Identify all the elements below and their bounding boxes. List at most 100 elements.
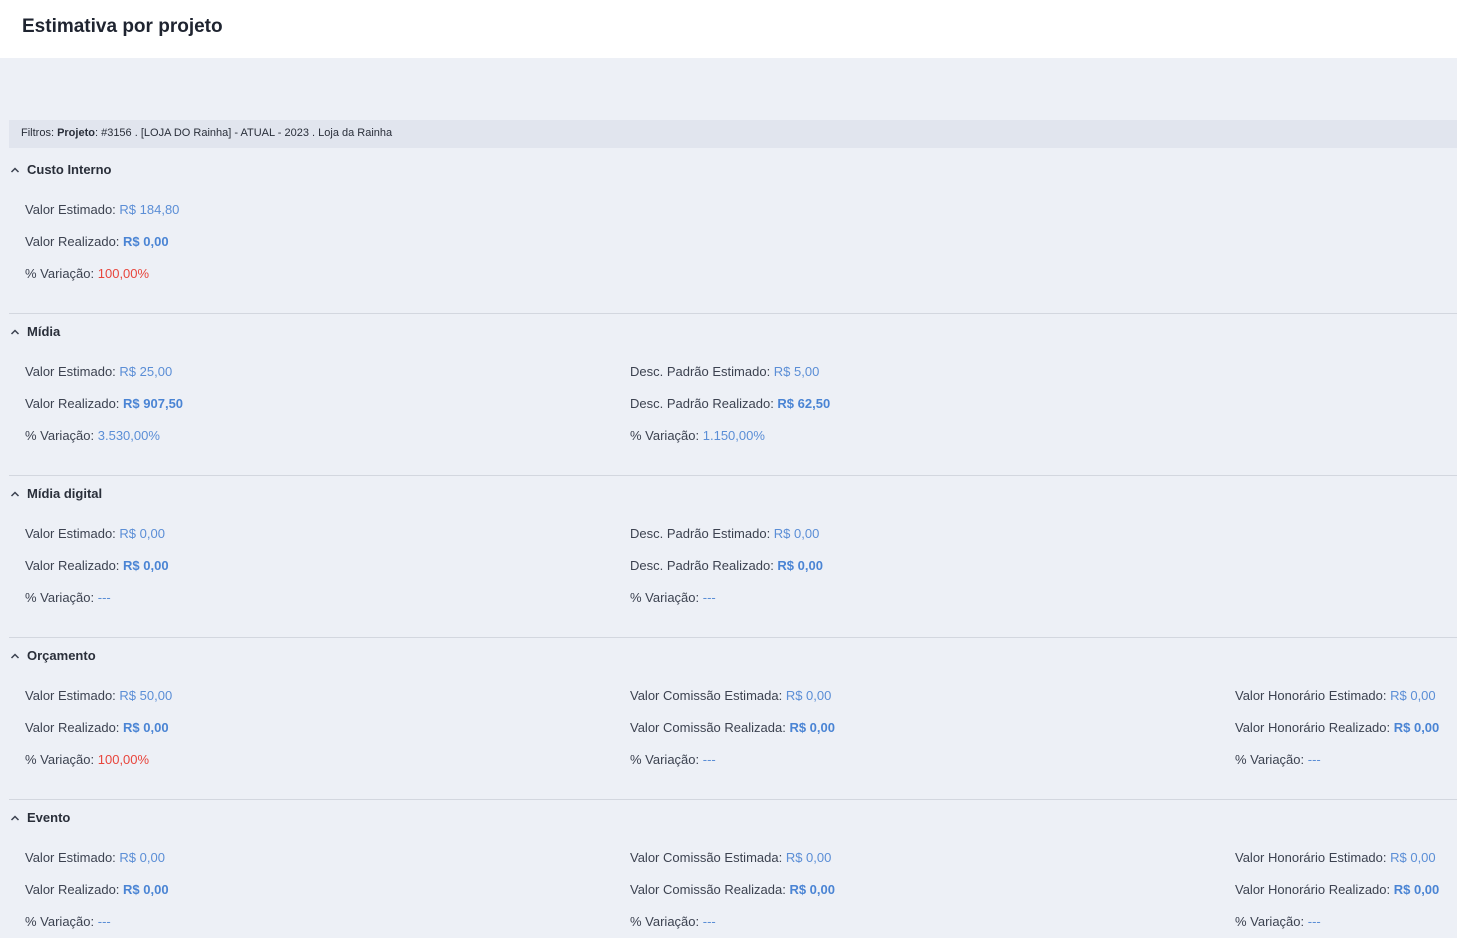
field-row: Desc. Padrão Realizado: R$ 62,50: [630, 396, 830, 411]
field-row: % Variação: 3.530,00%: [25, 428, 160, 443]
field-label: Valor Estimado:: [25, 364, 120, 379]
field-row: Valor Comissão Realizada: R$ 0,00: [630, 720, 835, 735]
filter-key: Projeto: [57, 127, 95, 139]
filter-prefix: Filtros:: [21, 127, 54, 139]
field-row: Valor Estimado: R$ 50,00: [25, 688, 172, 703]
page-title: Estimativa por projeto: [22, 16, 223, 37]
field-label: Valor Estimado:: [25, 688, 120, 703]
section-divider: [9, 799, 1457, 800]
field-value: R$ 0,00: [1393, 720, 1440, 735]
field-value: R$ 907,50: [123, 396, 184, 411]
field-row: Valor Honorário Estimado: R$ 0,00: [1235, 850, 1436, 865]
filter-value: : #3156 . [LOJA DO Rainha] - ATUAL - 202…: [94, 127, 393, 139]
section-divider: [9, 475, 1457, 476]
field-value: R$ 0,00: [777, 558, 823, 573]
field-row: % Variação: ---: [1235, 752, 1321, 767]
field-row: Valor Estimado: R$ 0,00: [25, 850, 165, 865]
section-toggle[interactable]: Mídia digital: [9, 483, 102, 503]
field-label: Valor Honorário Estimado:: [1235, 688, 1391, 703]
field-label: % Variação:: [630, 752, 703, 767]
field-row: % Variação: 100,00%: [25, 752, 149, 767]
section-divider: [9, 637, 1457, 638]
section-m-dia: Mídia Valor Estimado: R$ 25,00 Valor Reali…: [9, 321, 1457, 481]
field-value: R$ 0,00: [1390, 850, 1436, 865]
section-toggle[interactable]: Custo Interno: [9, 159, 112, 179]
field-row: Valor Comissão Estimada: R$ 0,00: [630, 688, 831, 703]
field-value: R$ 50,00: [119, 688, 173, 703]
field-label: Valor Honorário Estimado:: [1235, 850, 1391, 865]
section-title: Orçamento: [27, 647, 96, 663]
field-row: % Variação: ---: [25, 914, 111, 929]
filter-bar: Filtros: Projeto: #3156 . [LOJA DO Rainh…: [9, 120, 1457, 148]
field-row: Desc. Padrão Estimado: R$ 0,00: [630, 526, 819, 541]
field-row: Valor Honorário Estimado: R$ 0,00: [1235, 688, 1436, 703]
field-value: ---: [702, 590, 716, 605]
field-label: Desc. Padrão Estimado:: [630, 364, 774, 379]
field-value: R$ 0,00: [785, 688, 832, 703]
section-toggle[interactable]: Orçamento: [9, 645, 96, 665]
field-label: % Variação:: [630, 914, 703, 929]
field-label: Valor Estimado:: [25, 850, 120, 865]
top-bar: Estimativa por projeto: [0, 0, 1457, 58]
field-label: % Variação:: [25, 914, 98, 929]
chevron-up-icon: [9, 811, 21, 823]
section-or-amento: Orçamento Valor Estimado: R$ 50,00 Valor R…: [9, 645, 1457, 805]
field-value: R$ 0,00: [123, 558, 169, 573]
field-value: R$ 0,00: [773, 526, 820, 541]
field-label: Valor Realizado:: [25, 558, 124, 573]
field-value: 1.150,00%: [702, 428, 765, 443]
field-value: R$ 62,50: [777, 396, 831, 411]
field-value: R$ 0,00: [123, 234, 169, 249]
field-row: Valor Realizado: R$ 0,00: [25, 558, 169, 573]
field-label: Valor Comissão Estimada:: [630, 850, 786, 865]
field-label: Valor Honorário Realizado:: [1235, 882, 1394, 897]
field-row: Desc. Padrão Realizado: R$ 0,00: [630, 558, 823, 573]
field-label: Valor Honorário Realizado:: [1235, 720, 1394, 735]
field-value: R$ 0,00: [785, 850, 832, 865]
field-label: Desc. Padrão Estimado:: [630, 526, 774, 541]
field-value: R$ 0,00: [123, 720, 169, 735]
section-toggle[interactable]: Evento: [9, 807, 70, 827]
field-value: ---: [1307, 752, 1321, 767]
section-custo-interno: Custo Interno Valor Estimado: R$ 184,80 Va…: [9, 159, 1457, 319]
field-label: Valor Comissão Realizada:: [630, 720, 790, 735]
field-value: R$ 0,00: [789, 882, 835, 897]
field-row: Desc. Padrão Estimado: R$ 5,00: [630, 364, 819, 379]
field-row: % Variação: ---: [25, 590, 111, 605]
field-label: Valor Realizado:: [25, 396, 124, 411]
field-label: Valor Estimado:: [25, 526, 120, 541]
field-value: ---: [97, 914, 111, 929]
field-value: R$ 184,80: [119, 202, 180, 217]
field-label: Valor Comissão Estimada:: [630, 688, 786, 703]
field-label: Valor Realizado:: [25, 720, 124, 735]
section-title: Mídia digital: [27, 485, 103, 501]
field-label: Valor Realizado:: [25, 882, 124, 897]
field-value: R$ 0,00: [1390, 688, 1436, 703]
field-row: Valor Realizado: R$ 0,00: [25, 720, 169, 735]
section-divider: [9, 313, 1457, 314]
field-value: 100,00%: [97, 266, 150, 281]
section-title: Mídia: [27, 323, 61, 339]
field-row: Valor Comissão Estimada: R$ 0,00: [630, 850, 831, 865]
field-row: Valor Comissão Realizada: R$ 0,00: [630, 882, 835, 897]
field-label: Valor Comissão Realizada:: [630, 882, 790, 897]
field-row: Valor Estimado: R$ 0,00: [25, 526, 165, 541]
field-value: R$ 0,00: [119, 526, 165, 541]
field-row: % Variação: ---: [630, 752, 716, 767]
chevron-up-icon: [9, 487, 21, 499]
section-evento: Evento Valor Estimado: R$ 0,00 Valor Reali…: [9, 807, 1457, 938]
field-value: R$ 0,00: [123, 882, 169, 897]
field-value: R$ 5,00: [773, 364, 820, 379]
field-value: ---: [702, 752, 716, 767]
field-label: % Variação:: [630, 428, 703, 443]
field-row: Valor Realizado: R$ 907,50: [25, 396, 183, 411]
field-row: % Variação: ---: [1235, 914, 1321, 929]
section-toggle[interactable]: Mídia: [9, 321, 60, 341]
field-value: ---: [97, 590, 111, 605]
field-value: 100,00%: [97, 752, 150, 767]
field-row: % Variação: 100,00%: [25, 266, 149, 281]
field-label: Valor Estimado:: [25, 202, 120, 217]
field-label: % Variação:: [25, 266, 98, 281]
field-row: Valor Honorário Realizado: R$ 0,00: [1235, 720, 1439, 735]
section-title: Custo Interno: [27, 161, 112, 177]
